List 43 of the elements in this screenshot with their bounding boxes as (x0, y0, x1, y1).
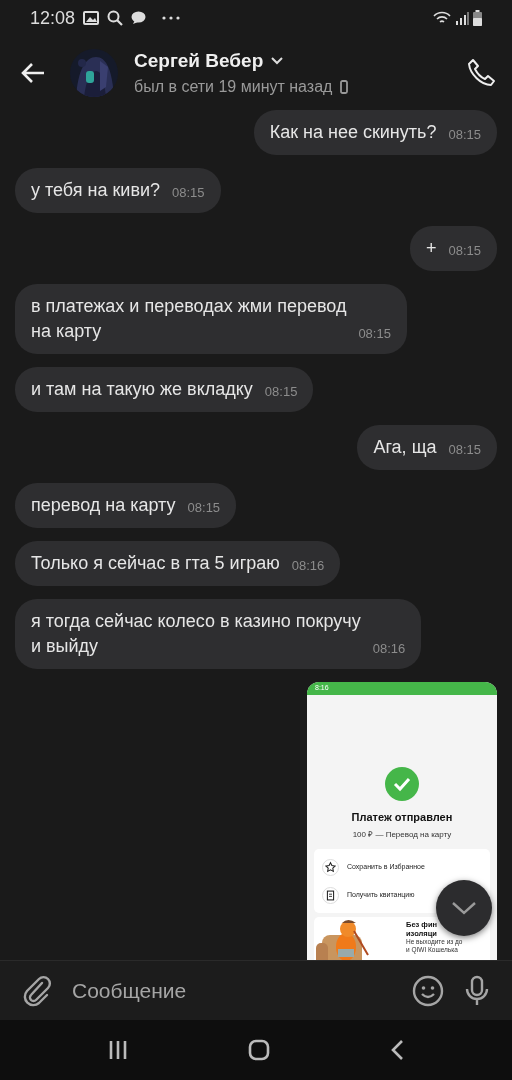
home-button[interactable] (248, 1039, 270, 1061)
emoji-button[interactable] (412, 974, 444, 1007)
message-text: и там на такую же вкладку (31, 378, 253, 401)
message-time: 08:16 (291, 557, 325, 575)
chevron-down-icon (451, 901, 477, 915)
signal-icon (455, 11, 469, 25)
more-icon (162, 16, 181, 20)
message-text: Как на нее скинуть? (269, 121, 437, 144)
status-time: 12:08 (30, 6, 76, 30)
message-time: 08:15 (172, 184, 205, 202)
message-time: 08:15 (264, 383, 298, 401)
last-seen-status: был в сети 19 минут назад (134, 77, 333, 98)
contact-name[interactable]: Сергей Вебер (134, 46, 264, 76)
chat-bubble-icon (131, 11, 147, 25)
back-nav-button[interactable] (390, 1039, 404, 1061)
message-text: перевод на карту (31, 494, 176, 517)
battery-icon (473, 10, 482, 26)
message-input-field[interactable]: Сообщение (72, 974, 400, 1007)
recent-apps-button[interactable] (108, 1040, 128, 1060)
call-button[interactable] (466, 58, 496, 88)
wifi-icon (433, 11, 451, 25)
back-button[interactable] (20, 62, 46, 84)
message-text: у тебя на киви? (31, 179, 161, 202)
message-time: 08:15 (358, 325, 391, 343)
phone-device-icon (340, 80, 349, 95)
message-text: Ага, ща (373, 436, 437, 459)
message-time: 08:15 (187, 499, 221, 517)
message-text: в платежах и переводах жми перевод на карту (31, 295, 347, 343)
search-icon (107, 10, 124, 26)
attach-button[interactable] (22, 974, 52, 1007)
payment-title: Платеж отправлен (351, 809, 453, 825)
microphone-button[interactable] (464, 974, 490, 1007)
message-text: Только я сейчас в гта 5 играю (31, 552, 280, 575)
payment-summary: 100 ₽ — Перевод на карту (352, 829, 452, 842)
message-time: 08:16 (372, 640, 406, 658)
message-time: 08:15 (448, 441, 481, 459)
gallery-icon (83, 11, 100, 25)
message-text: + (425, 237, 437, 260)
message-time: 08:15 (448, 242, 481, 260)
message-time: 08:15 (448, 126, 481, 144)
message-text: я тогда сейчас колесо в казино покручу и выйду (31, 610, 361, 658)
chevron-down-icon (271, 57, 284, 65)
check-circle-icon (385, 766, 419, 801)
